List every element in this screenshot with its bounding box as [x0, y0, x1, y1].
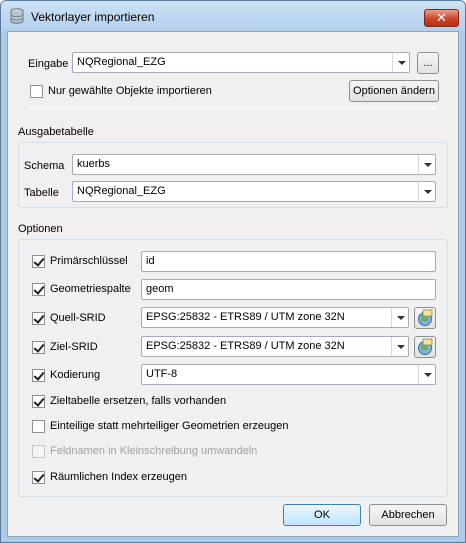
lowercase-fields-label: Feldnamen in Kleinschreibung umwandeln: [50, 445, 258, 457]
dialog-body: Eingabe NQRegional_EZG ... Nur gewählte …: [7, 31, 459, 537]
primary-key-input[interactable]: id: [141, 251, 436, 272]
table-value: NQRegional_EZG: [77, 185, 166, 197]
window-title: Vektorlayer importieren: [31, 10, 155, 24]
encoding-combo[interactable]: UTF-8: [141, 364, 436, 385]
crs-globe-icon: [418, 309, 433, 326]
table-combo[interactable]: NQRegional_EZG: [72, 181, 436, 202]
spatial-index-label: Räumlichen Index erzeugen: [50, 471, 187, 483]
ok-button[interactable]: OK: [283, 504, 361, 526]
spatial-index-checkbox[interactable]: [32, 471, 45, 484]
selected-only-label: Nur gewählte Objekte importieren: [48, 85, 212, 97]
encoding-checkbox[interactable]: [32, 369, 45, 382]
dialog-window: Vektorlayer importieren ✕ Eingabe NQRegi…: [0, 0, 466, 543]
chevron-down-icon: [418, 365, 435, 384]
geometry-column-value: geom: [146, 283, 174, 295]
chevron-down-icon: [391, 337, 408, 356]
primary-key-label: Primärschlüssel: [50, 255, 128, 267]
schema-combo[interactable]: kuerbs: [72, 154, 436, 175]
database-icon: [10, 8, 24, 24]
title-bar[interactable]: Vektorlayer importieren ✕: [1, 1, 465, 31]
chevron-down-icon: [418, 155, 435, 174]
separator: [30, 108, 438, 109]
source-srid-label: Quell-SRID: [50, 312, 106, 324]
chevron-down-icon: [392, 53, 409, 72]
crs-globe-icon: [418, 338, 433, 355]
close-icon: ✕: [436, 10, 447, 25]
replace-table-checkbox[interactable]: [32, 395, 45, 408]
options-title: Optionen: [18, 223, 63, 235]
output-table-title: Ausgabetabelle: [18, 126, 94, 138]
input-layer-combo[interactable]: NQRegional_EZG: [72, 52, 410, 73]
primary-key-value: id: [146, 255, 155, 267]
encoding-label: Kodierung: [50, 369, 101, 381]
schema-value: kuerbs: [77, 158, 111, 170]
input-layer-value: NQRegional_EZG: [77, 56, 166, 68]
target-crs-picker-button[interactable]: [414, 336, 436, 358]
geometry-column-checkbox[interactable]: [32, 283, 45, 296]
primary-key-checkbox[interactable]: [32, 255, 45, 268]
lowercase-fields-checkbox: [32, 445, 45, 458]
target-srid-value: EPSG:25832 - ETRS89 / UTM zone 32N: [146, 340, 345, 352]
chevron-down-icon: [391, 308, 408, 327]
selected-only-checkbox[interactable]: [30, 85, 43, 98]
source-srid-value: EPSG:25832 - ETRS89 / UTM zone 32N: [146, 311, 345, 323]
single-part-label: Einteilige statt mehrteiliger Geometrien…: [50, 420, 289, 432]
input-label: Eingabe: [28, 58, 69, 70]
replace-table-label: Zieltabelle ersetzen, falls vorhanden: [50, 395, 227, 407]
geometry-column-input[interactable]: geom: [141, 279, 436, 300]
cancel-button[interactable]: Abbrechen: [369, 504, 447, 526]
source-srid-checkbox[interactable]: [32, 312, 45, 325]
target-srid-label: Ziel-SRID: [50, 341, 98, 353]
encoding-value: UTF-8: [146, 368, 178, 380]
table-label: Tabelle: [24, 187, 59, 199]
close-button[interactable]: ✕: [424, 9, 459, 27]
source-crs-picker-button[interactable]: [414, 307, 436, 329]
geometry-column-label: Geometriespalte: [50, 283, 131, 295]
target-srid-checkbox[interactable]: [32, 341, 45, 354]
source-srid-combo[interactable]: EPSG:25832 - ETRS89 / UTM zone 32N: [141, 307, 409, 328]
schema-label: Schema: [24, 160, 65, 172]
chevron-down-icon: [418, 182, 435, 201]
change-options-button[interactable]: Optionen ändern: [349, 80, 439, 102]
single-part-checkbox[interactable]: [32, 420, 45, 433]
browse-button[interactable]: ...: [417, 52, 439, 74]
target-srid-combo[interactable]: EPSG:25832 - ETRS89 / UTM zone 32N: [141, 336, 409, 357]
